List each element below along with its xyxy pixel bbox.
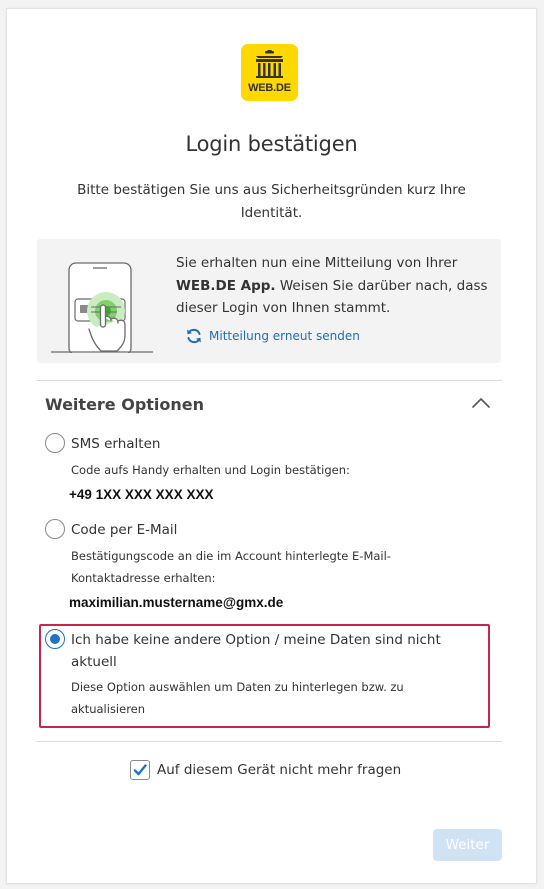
option-email-description-line2: Kontaktadresse erhalten:	[71, 571, 216, 585]
option-no-other-label-line1: Ich habe keine andere Option / meine Dat…	[71, 632, 441, 648]
notice-text-bold: WEB.DE App.	[176, 277, 276, 294]
option-no-other[interactable]: Ich habe keine andere Option / meine Dat…	[45, 629, 485, 719]
option-no-other-label-line2: aktuell	[71, 654, 117, 670]
brandenburg-gate-icon	[256, 50, 283, 78]
refresh-icon	[187, 328, 201, 344]
resend-notification-link[interactable]: Mitteilung erneut senden	[185, 326, 360, 346]
option-email-description-line1: Bestätigungscode an die im Account hinte…	[71, 549, 391, 563]
radio-sms[interactable]	[45, 433, 65, 453]
option-sms-label: SMS erhalten	[71, 436, 161, 452]
notice-text: Sie erhalten nun eine Mitteilung von Ihr…	[176, 252, 494, 320]
divider	[37, 380, 502, 381]
radio-email[interactable]	[45, 519, 65, 539]
remember-device[interactable]: Auf diesem Gerät nicht mehr fragen	[130, 760, 401, 780]
divider	[37, 741, 502, 742]
option-no-other-description-line1: Diese Option auswählen um Daten zu hinte…	[71, 680, 404, 694]
page-title: Login bestätigen	[185, 132, 358, 156]
option-email-address: maximilian.mustername@gmx.de	[69, 595, 284, 610]
option-sms-phone-number: +49 1XX XXX XXX XXX	[69, 487, 214, 502]
weiter-button[interactable]: Weiter	[433, 829, 502, 861]
notice-text-part: Sie erhalten nun eine Mitteilung von Ihr…	[176, 255, 458, 271]
option-email[interactable]: Code per E-Mail Bestätigungscode an die …	[45, 519, 485, 610]
radio-no-other[interactable]	[45, 629, 65, 649]
login-confirm-card: WEB.DE Login bestätigen Bitte bestätigen…	[6, 8, 537, 884]
option-sms[interactable]: SMS erhalten Code aufs Handy erhalten un…	[45, 433, 485, 503]
option-no-other-description-line2: aktualisieren	[71, 702, 146, 716]
checkmark-icon	[133, 764, 147, 776]
remember-device-checkbox[interactable]	[130, 760, 150, 780]
option-sms-description: Code aufs Handy erhalten und Login bestä…	[71, 463, 350, 477]
resend-label: Mitteilung erneut senden	[209, 329, 360, 343]
remember-device-label: Auf diesem Gerät nicht mehr fragen	[157, 762, 402, 778]
more-options-title: Weitere Optionen	[45, 395, 205, 414]
phone-tap-illustration-icon	[51, 262, 153, 353]
logo-text: WEB.DE	[248, 82, 291, 94]
more-options-header[interactable]: Weitere Optionen	[45, 394, 501, 418]
page-subtitle: Bitte bestätigen Sie uns aus Sicherheits…	[77, 182, 466, 221]
app-notification-box: Sie erhalten nun eine Mitteilung von Ihr…	[37, 239, 501, 363]
webde-logo: WEB.DE	[241, 44, 298, 101]
chevron-up-icon[interactable]	[471, 396, 491, 410]
option-email-label: Code per E-Mail	[71, 522, 178, 538]
